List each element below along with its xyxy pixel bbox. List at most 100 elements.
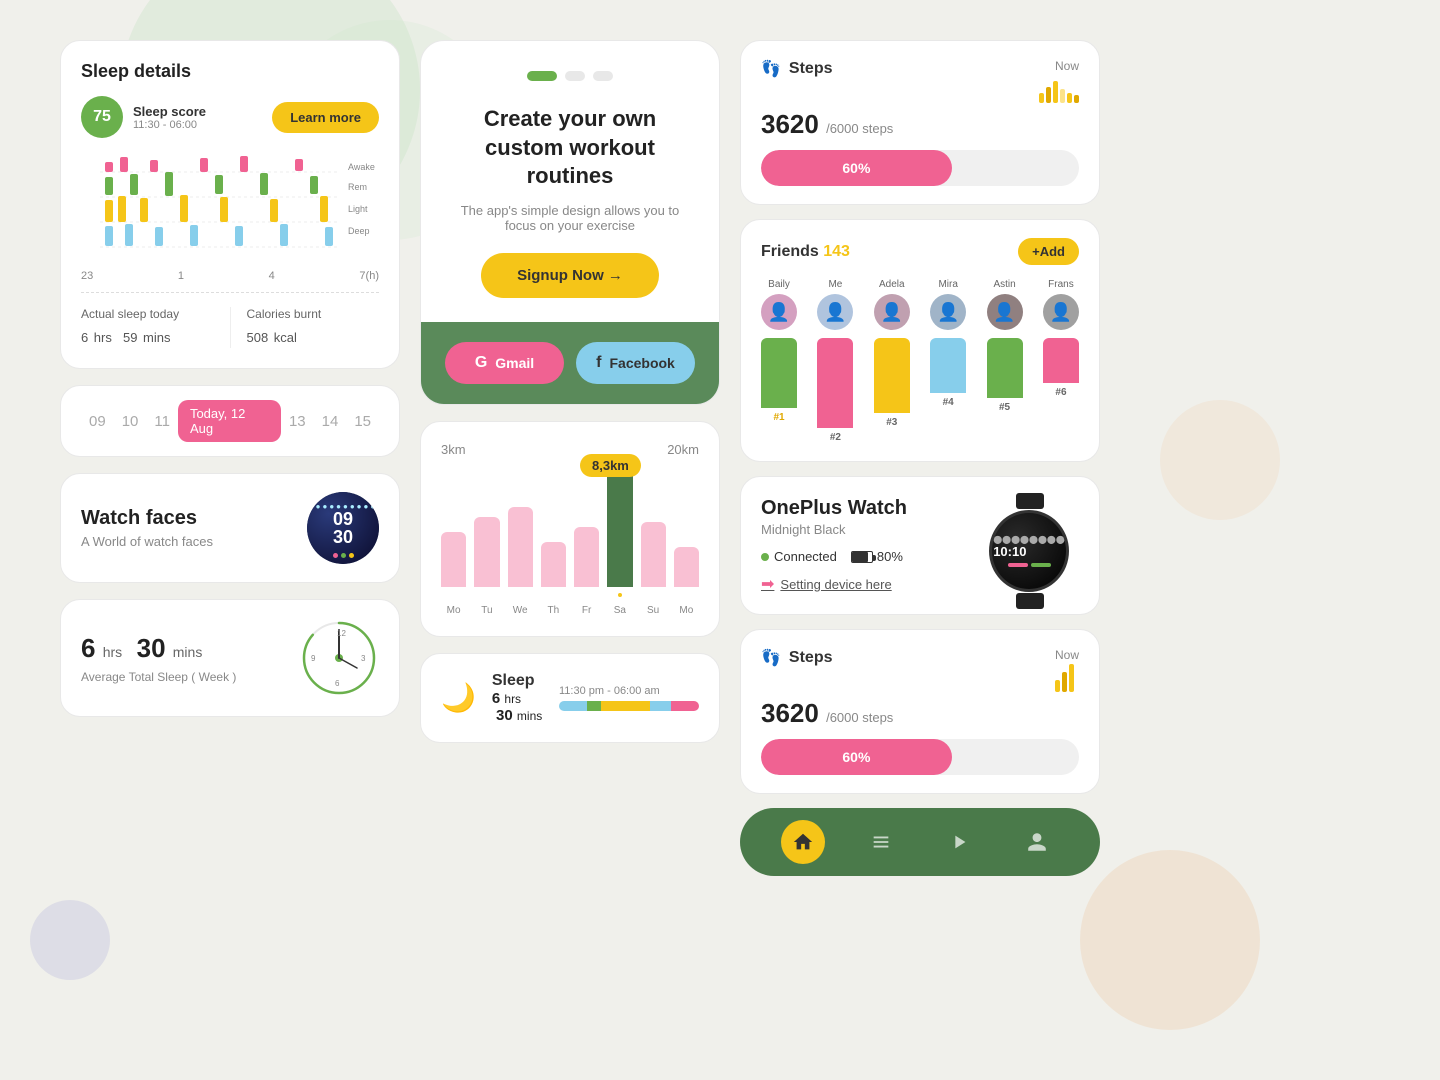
sleep-small-title: Sleep <box>492 672 543 690</box>
steps-right-1: Now <box>1039 59 1079 103</box>
svg-text:Light: Light <box>348 204 368 214</box>
date-10[interactable]: 10 <box>114 407 147 436</box>
distance-chart-container: 8,3km <box>441 467 699 616</box>
date-15[interactable]: 15 <box>346 407 379 436</box>
actual-sleep-value: 6 hrs 59 mins <box>81 325 214 348</box>
friend-me-avatar: 👤 <box>817 294 853 330</box>
time-label-23: 23 <box>81 270 93 282</box>
distance-min-label: 3km <box>441 442 466 457</box>
battery-info: 80% <box>851 549 903 564</box>
nav-cards[interactable] <box>859 820 903 864</box>
friend-adela-avatar: 👤 <box>874 294 910 330</box>
distance-chart-card: 3km 20km 8,3km <box>420 421 720 637</box>
watch-device-title: OnePlus Watch <box>761 497 907 520</box>
watch-subtitle: Midnight Black <box>761 522 907 537</box>
dist-bar-fr <box>574 527 599 587</box>
steps-value-1: 3620 /6000 steps <box>761 109 1079 140</box>
time-label-7: 7(h) <box>359 270 379 282</box>
learn-more-button[interactable]: Learn more <box>272 102 379 133</box>
friend-adela: Adela 👤 #3 <box>874 279 910 443</box>
distance-header: 3km 20km <box>441 442 699 457</box>
watch-faces-card: Watch faces A World of watch faces ●●●●●… <box>60 473 400 583</box>
friends-header: Friends 143 +Add <box>761 238 1079 265</box>
battery-fill <box>852 552 868 562</box>
sleep-seg-blue2 <box>650 701 671 711</box>
setting-device-link[interactable]: ➡ Setting device here <box>761 574 907 594</box>
friend-astin-rank: #5 <box>999 402 1010 413</box>
friend-mira-avatar: 👤 <box>930 294 966 330</box>
sleep-score-circle: 75 <box>81 96 123 138</box>
signup-now-button[interactable]: Signup Now → <box>481 253 659 298</box>
svg-text:12: 12 <box>337 629 346 638</box>
signup-card: Create your own custom workout routines … <box>420 40 720 405</box>
setting-link-label: Setting device here <box>780 577 891 592</box>
steps-bar-1: 60% <box>761 150 1079 186</box>
facebook-button[interactable]: f Facebook <box>576 342 695 384</box>
date-selector-card: 09 10 11 Today, 12 Aug 13 14 15 <box>60 385 400 457</box>
friend-me-rank: #2 <box>830 432 841 443</box>
date-14[interactable]: 14 <box>314 407 347 436</box>
date-09[interactable]: 09 <box>81 407 114 436</box>
friend-baily-rank: #1 <box>773 412 784 423</box>
mini-bar-1a <box>1039 93 1044 103</box>
day-mo: Mo <box>441 605 466 616</box>
friends-title: Friends 143 <box>761 243 850 261</box>
right-column: 👣 Steps Now 3620 <box>740 40 1100 876</box>
sleep-score-label: Sleep score <box>133 104 206 119</box>
friend-astin-avatar: 👤 <box>987 294 1023 330</box>
friend-astin-name: Astin <box>993 279 1015 290</box>
date-13[interactable]: 13 <box>281 407 314 436</box>
friend-adela-rank: #3 <box>886 417 897 428</box>
signup-card-top: Create your own custom workout routines … <box>421 41 719 322</box>
dot-gray1 <box>565 71 585 81</box>
add-friend-button[interactable]: +Add <box>1018 238 1079 265</box>
date-today[interactable]: Today, 12 Aug <box>178 400 281 442</box>
watch-faces-text: Watch faces A World of watch faces <box>81 507 213 549</box>
facebook-icon: f <box>596 354 601 372</box>
day-th: Th <box>541 605 566 616</box>
nav-home[interactable] <box>781 820 825 864</box>
mini-bar-1d <box>1060 89 1065 103</box>
distance-dot-indicator <box>441 591 699 599</box>
friend-frans-name: Frans <box>1048 279 1074 290</box>
gmail-button[interactable]: G Gmail <box>445 342 564 384</box>
friend-baily: Baily 👤 #1 <box>761 279 797 443</box>
signup-card-dots <box>445 71 695 81</box>
connection-status: Connected <box>761 549 837 564</box>
sleep-color-bar <box>559 701 699 711</box>
nav-play[interactable] <box>937 820 981 864</box>
date-11[interactable]: 11 <box>146 407 178 436</box>
watch-screen: ⬤⬤⬤⬤⬤⬤⬤⬤ 10:10 <box>993 535 1065 567</box>
steps-bar-fill-2: 60% <box>761 739 952 775</box>
friend-frans-bar <box>1043 338 1079 383</box>
actual-sleep-stat: Actual sleep today 6 hrs 59 mins <box>81 307 230 348</box>
calories-stat: Calories burnt 508 kcal <box>230 307 380 348</box>
svg-text:Deep: Deep <box>348 226 370 236</box>
steps-title-row-1: 👣 Steps <box>761 59 833 79</box>
steps-now-label-2: Now <box>1055 648 1079 662</box>
friends-card: Friends 143 +Add Baily 👤 #1 Me <box>740 219 1100 462</box>
watch-face-dots <box>307 553 379 558</box>
calories-value: 508 kcal <box>247 325 380 348</box>
day-mo2: Mo <box>674 605 699 616</box>
svg-text:3: 3 <box>361 654 366 663</box>
actual-sleep-label: Actual sleep today <box>81 307 214 321</box>
clock-svg: 12 3 6 9 <box>299 618 379 698</box>
steps-value-2: 3620 /6000 steps <box>761 698 1079 729</box>
time-label-4: 4 <box>269 270 275 282</box>
battery-level: 80% <box>877 549 903 564</box>
mini-bar-2c <box>1069 664 1074 692</box>
signup-card-title: Create your own custom workout routines <box>445 105 695 191</box>
dist-bar-mo <box>441 532 466 587</box>
sleep-seg-yellow <box>601 701 650 711</box>
steps-title-row-2: 👣 Steps <box>761 648 833 668</box>
friend-me-name: Me <box>828 279 842 290</box>
sleep-avg-value: 6 hrs 30 mins <box>81 633 236 664</box>
sleep-stats: Actual sleep today 6 hrs 59 mins Calorie… <box>81 307 379 348</box>
dist-bar-su <box>641 522 666 587</box>
nav-user[interactable] <box>1015 820 1059 864</box>
friend-mira-rank: #4 <box>943 397 954 408</box>
watch-face-preview[interactable]: ●●●●●●●●●● 09 30 <box>307 492 379 564</box>
watch-face-time: 09 30 <box>333 510 353 546</box>
svg-text:6: 6 <box>335 679 340 688</box>
